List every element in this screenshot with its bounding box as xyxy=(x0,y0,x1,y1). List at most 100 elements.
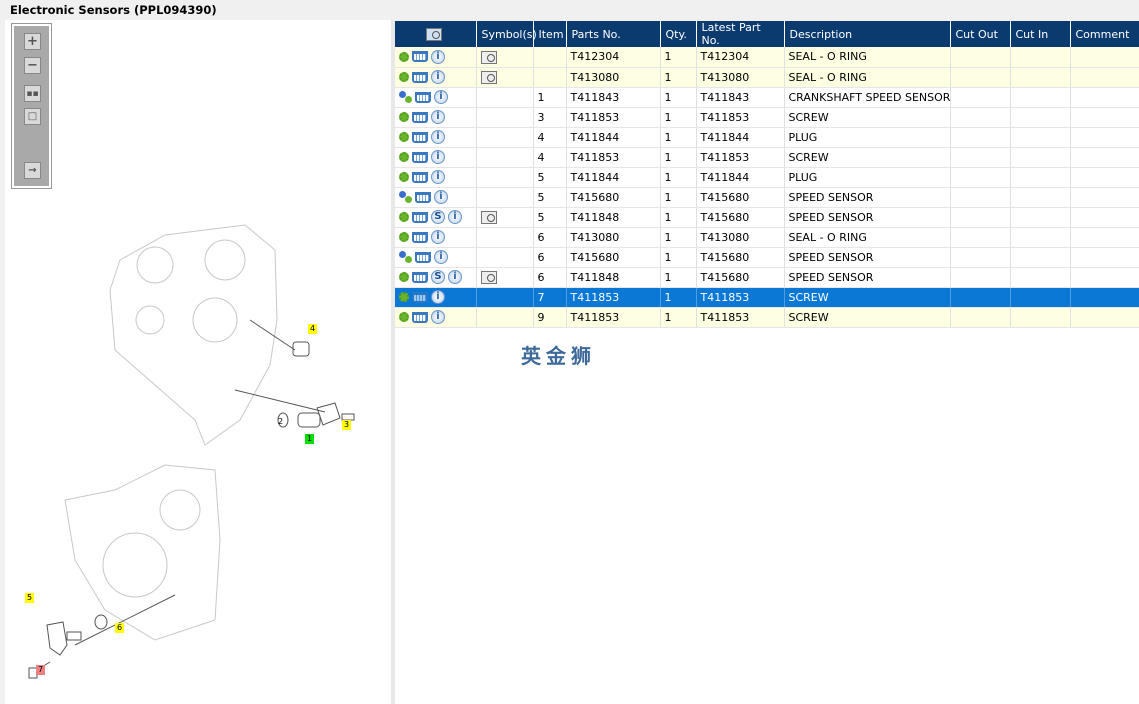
supersession-icon[interactable]: S xyxy=(431,270,445,284)
table-row[interactable]: i 3 T411853 1 T411853 SCREW xyxy=(395,107,1139,128)
callout-5[interactable]: 5 xyxy=(25,593,35,603)
column-header[interactable]: Cut In xyxy=(1010,21,1071,47)
callout-2[interactable]: 2 xyxy=(276,417,285,427)
gear-icon[interactable] xyxy=(399,152,409,162)
column-header[interactable]: Comment xyxy=(1070,21,1139,47)
column-header[interactable]: Cut Out xyxy=(950,21,1011,47)
gear-icon[interactable] xyxy=(399,272,409,282)
cart-icon[interactable] xyxy=(415,251,431,263)
cut-out-cell xyxy=(950,87,1011,108)
cart-icon[interactable] xyxy=(412,51,428,63)
item-cell: 3 xyxy=(533,107,567,128)
gear-icon[interactable] xyxy=(399,312,409,322)
parts-diagram[interactable] xyxy=(5,20,391,704)
column-header[interactable]: Parts No. xyxy=(566,21,661,47)
info-icon[interactable]: i xyxy=(431,130,445,144)
item-cell: 6 xyxy=(533,267,567,288)
table-row[interactable]: i 4 T411853 1 T411853 SCREW xyxy=(395,147,1139,168)
gear-icon[interactable] xyxy=(399,72,409,82)
info-icon[interactable]: i xyxy=(431,49,445,64)
cart-icon[interactable] xyxy=(415,91,431,103)
table-row[interactable]: i 5 T415680 1 T415680 SPEED SENSOR xyxy=(395,187,1139,208)
info-icon[interactable]: i xyxy=(431,290,445,304)
info-icon[interactable]: i xyxy=(431,230,445,244)
table-row[interactable]: i 1 T411843 1 T411843 CRANKSHAFT SPEED S… xyxy=(395,87,1139,108)
book-icon[interactable] xyxy=(480,210,497,224)
cart-icon[interactable] xyxy=(412,271,428,283)
latest-part-cell: T411853 xyxy=(696,147,785,168)
table-row[interactable]: i 5 T411844 1 T411844 PLUG xyxy=(395,167,1139,188)
table-row[interactable]: i 4 T411844 1 T411844 PLUG xyxy=(395,127,1139,148)
cart-icon[interactable] xyxy=(412,111,428,123)
gear-icon[interactable] xyxy=(399,51,409,62)
cart-icon[interactable] xyxy=(412,311,428,323)
gear-icon[interactable] xyxy=(399,212,409,222)
gear-icon[interactable] xyxy=(399,292,409,302)
table-row[interactable]: i 9 T411853 1 T411853 SCREW xyxy=(395,307,1139,328)
table-row[interactable]: i T413080 1 T413080 SEAL - O RING xyxy=(395,67,1139,88)
assembly-gears-icon[interactable] xyxy=(399,191,412,203)
cut-out-cell xyxy=(950,267,1011,288)
callout-1[interactable]: 1 xyxy=(305,434,315,444)
item-cell: 5 xyxy=(533,187,567,208)
description-cell: SCREW xyxy=(784,147,951,168)
gear-icon[interactable] xyxy=(399,112,409,122)
diagram-panel[interactable]: + − ▪▪ □ → 4 2 1 3 5 6 7 xyxy=(5,20,391,704)
cart-icon[interactable] xyxy=(412,171,428,183)
table-row[interactable]: i 6 T415680 1 T415680 SPEED SENSOR xyxy=(395,247,1139,268)
gear-icon[interactable] xyxy=(399,172,409,182)
info-icon[interactable]: i xyxy=(431,150,445,164)
book-icon[interactable] xyxy=(480,70,497,84)
table-row[interactable]: i 6 T413080 1 T413080 SEAL - O RING xyxy=(395,227,1139,248)
qty-cell: 1 xyxy=(660,47,697,68)
cart-icon[interactable] xyxy=(415,191,431,203)
book-icon[interactable] xyxy=(480,50,497,64)
callout-6[interactable]: 6 xyxy=(115,623,125,633)
info-icon[interactable]: i xyxy=(434,190,448,204)
info-icon[interactable]: i xyxy=(431,310,445,324)
assembly-gears-icon[interactable] xyxy=(399,91,412,103)
info-icon[interactable]: i xyxy=(434,90,448,104)
cart-icon[interactable] xyxy=(412,211,428,223)
table-row[interactable]: i T412304 1 T412304 SEAL - O RING xyxy=(395,47,1139,68)
cart-icon[interactable] xyxy=(412,151,428,163)
qty-cell: 1 xyxy=(660,267,697,288)
cut-in-cell xyxy=(1010,127,1071,148)
column-header[interactable]: Latest Part No. xyxy=(696,21,785,47)
gear-icon[interactable] xyxy=(399,232,409,242)
column-header[interactable]: Qty. xyxy=(660,21,697,47)
callout-3[interactable]: 3 xyxy=(342,420,352,430)
column-search-header[interactable] xyxy=(395,21,477,47)
table-row[interactable]: Si 6 T411848 1 T415680 SPEED SENSOR xyxy=(395,267,1139,288)
column-header[interactable]: Item xyxy=(533,21,567,47)
cart-icon[interactable] xyxy=(412,291,428,303)
column-header[interactable]: Description xyxy=(784,21,951,47)
cut-in-cell xyxy=(1010,187,1071,208)
row-actions: i xyxy=(395,87,477,108)
row-actions: i xyxy=(395,287,477,308)
item-cell: 6 xyxy=(533,247,567,268)
callout-7[interactable]: 7 xyxy=(36,665,46,675)
cut-out-cell xyxy=(950,227,1011,248)
callout-4[interactable]: 4 xyxy=(308,324,318,334)
gear-icon[interactable] xyxy=(399,132,409,142)
info-icon[interactable]: i xyxy=(431,110,445,124)
qty-cell: 1 xyxy=(660,67,697,88)
table-row[interactable]: i 7 T411853 1 T411853 SCREW xyxy=(395,287,1139,308)
assembly-gears-icon[interactable] xyxy=(399,251,412,263)
cart-icon[interactable] xyxy=(412,71,428,83)
cart-icon[interactable] xyxy=(412,131,428,143)
info-icon[interactable]: i xyxy=(448,270,462,284)
book-icon[interactable] xyxy=(480,270,497,284)
supersession-icon[interactable]: S xyxy=(431,210,445,224)
search-parts-icon[interactable] xyxy=(425,27,442,41)
info-icon[interactable]: i xyxy=(434,250,448,264)
info-icon[interactable]: i xyxy=(431,70,445,84)
column-header[interactable]: Symbol(s) xyxy=(476,21,537,47)
cart-icon[interactable] xyxy=(412,231,428,243)
info-icon[interactable]: i xyxy=(448,210,462,224)
cut-in-cell xyxy=(1010,267,1071,288)
table-row[interactable]: Si 5 T411848 1 T415680 SPEED SENSOR xyxy=(395,207,1139,228)
info-icon[interactable]: i xyxy=(431,170,445,184)
watermark: 英金狮 xyxy=(521,344,596,368)
